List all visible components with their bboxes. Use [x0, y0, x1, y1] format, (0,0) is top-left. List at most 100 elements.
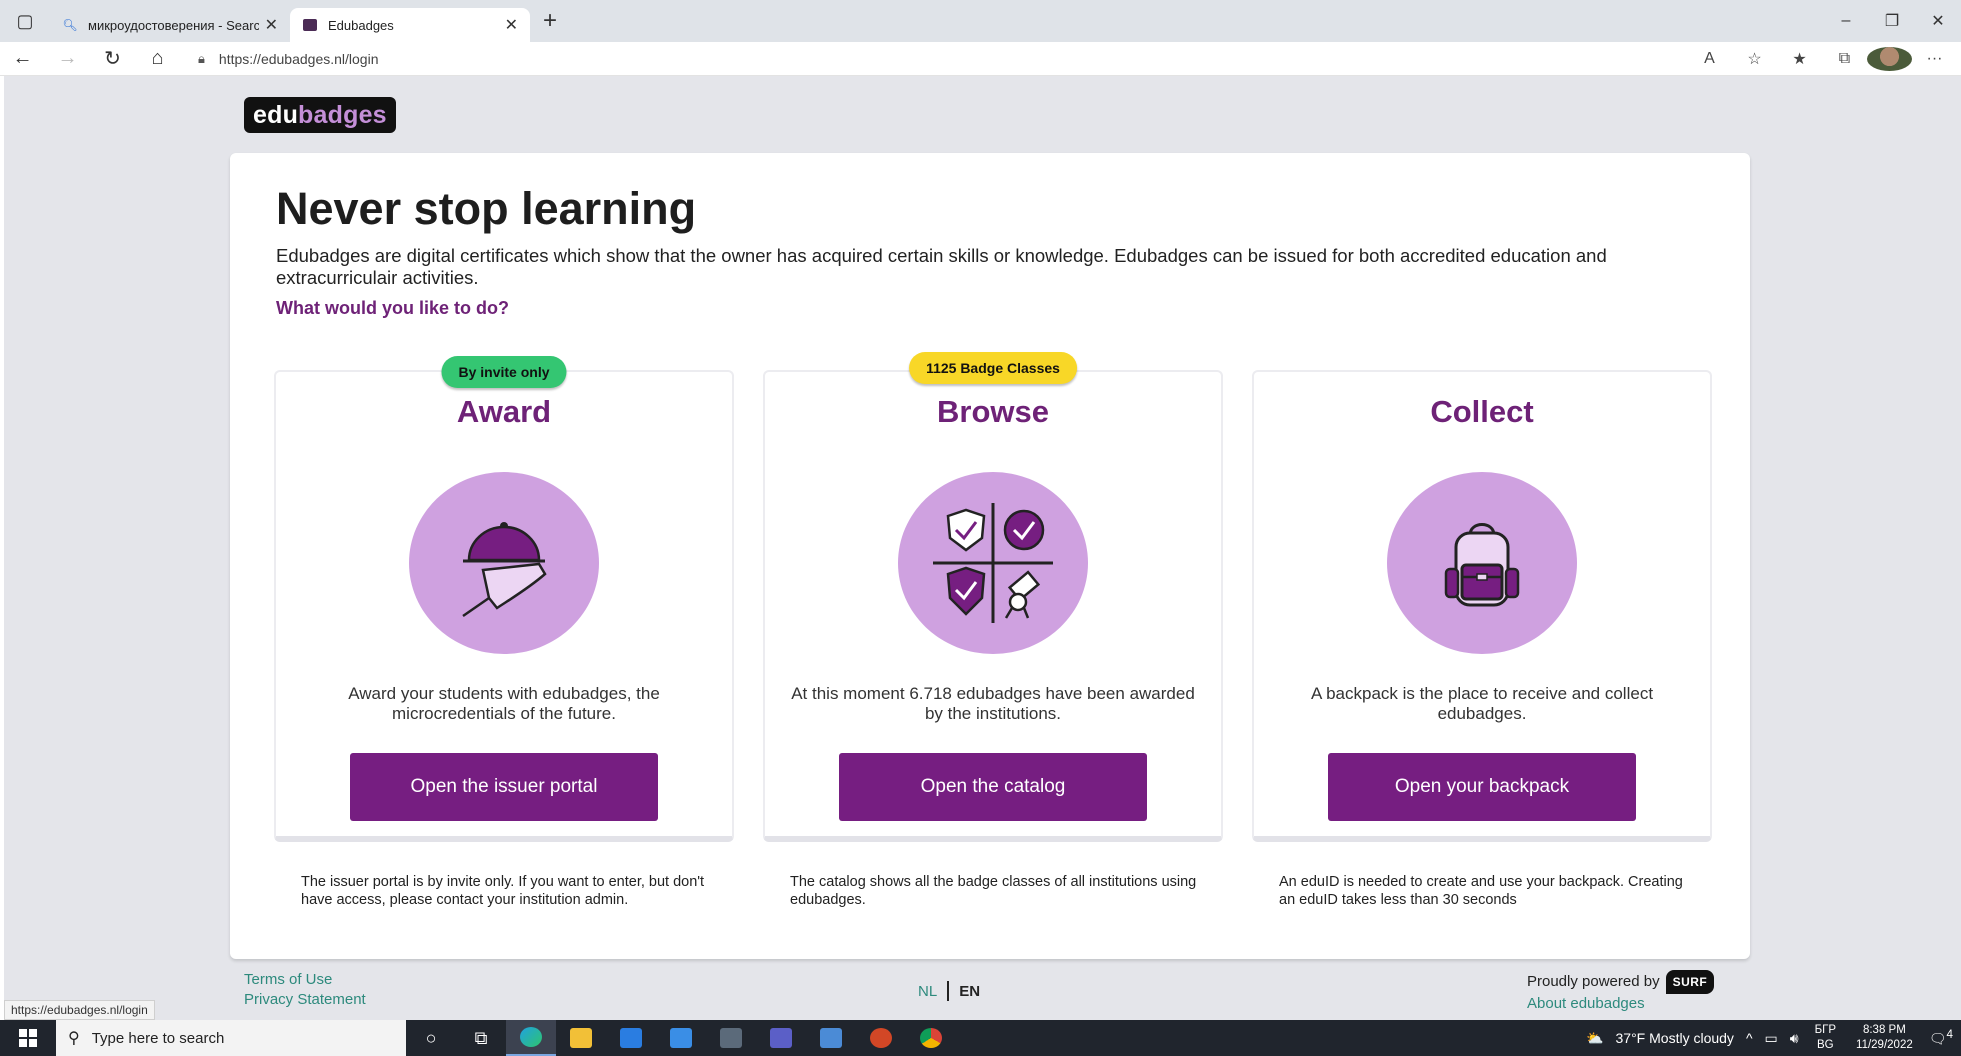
- logo-text-badges: badges: [298, 100, 387, 129]
- close-icon[interactable]: ✕: [265, 15, 278, 35]
- language-divider: [947, 981, 950, 1001]
- surf-logo[interactable]: SURF: [1665, 970, 1715, 994]
- windows-logo-icon: [19, 1029, 37, 1047]
- restore-icon[interactable]: ❐: [1869, 0, 1915, 42]
- open-catalog-button[interactable]: Open the catalog: [839, 753, 1147, 821]
- browser-tab-bar: ▢ 🔍︎ микроудостоверения - Search ✕ Eduba…: [0, 0, 1961, 42]
- lock-icon: 🔒︎: [198, 50, 205, 66]
- tab-title: Edubadges: [328, 17, 394, 33]
- browse-text: At this moment 6.718 edubadges have been…: [791, 684, 1195, 723]
- refresh-icon[interactable]: ↻: [90, 42, 135, 76]
- file-explorer-icon[interactable]: [556, 1020, 606, 1056]
- collections-icon[interactable]: ⧉: [1822, 47, 1867, 71]
- add-favorite-icon[interactable]: ☆: [1732, 47, 1777, 71]
- status-bar-url: https://edubadges.nl/login: [4, 1000, 155, 1020]
- cortana-icon[interactable]: ○: [406, 1020, 456, 1056]
- tab-actions-icon[interactable]: ▢: [0, 0, 50, 42]
- store-icon[interactable]: [606, 1020, 656, 1056]
- tab-title: микроудостоверения - Search: [88, 17, 259, 33]
- collect-text: A backpack is the place to receive and c…: [1310, 684, 1654, 723]
- invite-only-badge: By invite only: [441, 356, 567, 388]
- chrome-icon[interactable]: [906, 1020, 956, 1056]
- forward-icon[interactable]: →: [45, 42, 90, 76]
- terms-of-use-link[interactable]: Terms of Use: [244, 970, 366, 990]
- page-title: Never stop learning: [276, 183, 697, 234]
- more-options-icon[interactable]: ···: [1912, 47, 1957, 71]
- browse-illustration: [898, 472, 1088, 654]
- new-tab-button[interactable]: +: [530, 0, 570, 42]
- browser-toolbar: A ☆ ★ ⧉ ···: [1687, 46, 1957, 71]
- home-icon[interactable]: ⌂: [135, 42, 180, 76]
- main-card: Never stop learning Edubadges are digita…: [230, 153, 1750, 959]
- page-content: edu badges Never stop learning Edubadges …: [4, 76, 1961, 1020]
- favorites-icon[interactable]: ★: [1777, 47, 1822, 71]
- powered-by-text: Proudly powered by: [1527, 972, 1660, 990]
- award-illustration: [409, 472, 599, 654]
- back-icon[interactable]: ←: [0, 42, 45, 76]
- powerpoint-icon[interactable]: [856, 1020, 906, 1056]
- close-window-icon[interactable]: ✕: [1915, 0, 1961, 42]
- notifications-icon[interactable]: 🗨︎4: [1929, 1028, 1953, 1048]
- input-language-indicator[interactable]: БГР BG: [1815, 1023, 1836, 1053]
- lang-code: БГР: [1814, 1024, 1837, 1036]
- url-input[interactable]: 🔒︎ https://edubadges.nl/login: [198, 45, 1678, 73]
- footer-powered: Proudly powered by SURF About edubadges: [1527, 970, 1715, 1014]
- language-en-link[interactable]: EN: [959, 983, 980, 1000]
- collect-illustration: [1387, 472, 1577, 654]
- backpack-icon: [1444, 523, 1520, 607]
- task-view-icon[interactable]: ⧉: [456, 1020, 506, 1056]
- issuer-portal-note: The issuer portal is by invite only. If …: [301, 874, 705, 908]
- taskbar-clock[interactable]: 8:38 PM 11/29/2022: [1856, 1023, 1913, 1053]
- window-controls: – ❐ ✕: [1823, 0, 1961, 42]
- collect-column: Collect A backpack is the place to recei…: [1252, 370, 1712, 842]
- minimize-icon[interactable]: –: [1823, 0, 1869, 42]
- privacy-statement-link[interactable]: Privacy Statement: [244, 990, 366, 1010]
- tab-edubadges[interactable]: Edubadges ✕: [290, 8, 530, 42]
- lang-code-short: BG: [1816, 1039, 1834, 1051]
- edge-browser-icon[interactable]: [506, 1020, 556, 1056]
- catalog-note: The catalog shows all the badge classes …: [790, 874, 1197, 908]
- award-column: By invite only Award Award your students…: [274, 356, 734, 842]
- tab-search[interactable]: 🔍︎ микроудостоверения - Search ✕: [50, 8, 290, 42]
- badge-classes-count-badge: 1125 Badge Classes: [909, 352, 1077, 384]
- remote-desktop-icon[interactable]: [806, 1020, 856, 1056]
- award-title: Award: [456, 394, 552, 429]
- browse-column: 1125 Badge Classes Browse At this moment…: [763, 352, 1223, 842]
- system-tray: ⛅ 37°F Mostly cloudy ^ ▭ 🔊︎ БГР BG 8:38 …: [1580, 1020, 1961, 1056]
- language-nl-link[interactable]: NL: [918, 983, 937, 1000]
- clock-time: 8:38 PM: [1862, 1024, 1906, 1036]
- taskbar: ⚲ Type here to search ○ ⧉ ⛅ 37°F Mostly …: [0, 1020, 1961, 1056]
- weather-icon[interactable]: ⛅: [1586, 1030, 1603, 1047]
- page-description: Edubadges are digital certificates which…: [276, 245, 1607, 288]
- windows-start-button[interactable]: [0, 1020, 56, 1056]
- about-edubadges-link[interactable]: About edubadges: [1527, 994, 1714, 1014]
- chevron-up-icon[interactable]: ^: [1746, 1030, 1753, 1046]
- award-cloche-icon: [462, 522, 547, 618]
- logo-text-edu: edu: [253, 100, 299, 129]
- profile-avatar[interactable]: [1867, 46, 1912, 71]
- badges-grid-icon: [933, 503, 1053, 623]
- calculator-icon[interactable]: [706, 1020, 756, 1056]
- address-bar: ← → ↻ ⌂ 🔒︎ https://edubadges.nl/login A …: [0, 42, 1961, 76]
- open-issuer-portal-button[interactable]: Open the issuer portal: [350, 753, 658, 821]
- taskbar-search-input[interactable]: ⚲ Type here to search: [56, 1020, 406, 1056]
- open-backpack-button[interactable]: Open your backpack: [1328, 753, 1636, 821]
- network-icon[interactable]: ▭: [1765, 1030, 1778, 1047]
- award-text: Award your students with edubadges, the …: [348, 684, 660, 723]
- close-icon[interactable]: ✕: [505, 15, 518, 35]
- edubadges-logo[interactable]: edu badges: [244, 97, 396, 133]
- backpack-note: An eduID is needed to create and use you…: [1279, 874, 1683, 908]
- read-aloud-icon[interactable]: A: [1687, 47, 1732, 71]
- search-placeholder: Type here to search: [91, 1029, 225, 1047]
- language-switcher: NL EN: [918, 981, 980, 1001]
- browse-title: Browse: [937, 394, 1049, 429]
- volume-icon[interactable]: 🔊︎: [1790, 1030, 1799, 1047]
- teams-icon[interactable]: [756, 1020, 806, 1056]
- mail-icon[interactable]: [656, 1020, 706, 1056]
- clock-date: 11/29/2022: [1856, 1039, 1913, 1051]
- weather-text[interactable]: 37°F Mostly cloudy: [1616, 1030, 1734, 1046]
- url-text: https://edubadges.nl/login: [218, 50, 379, 67]
- search-icon: 🔍︎: [62, 18, 78, 32]
- page-question: What would you like to do?: [276, 298, 509, 318]
- search-icon: ⚲: [68, 1030, 80, 1047]
